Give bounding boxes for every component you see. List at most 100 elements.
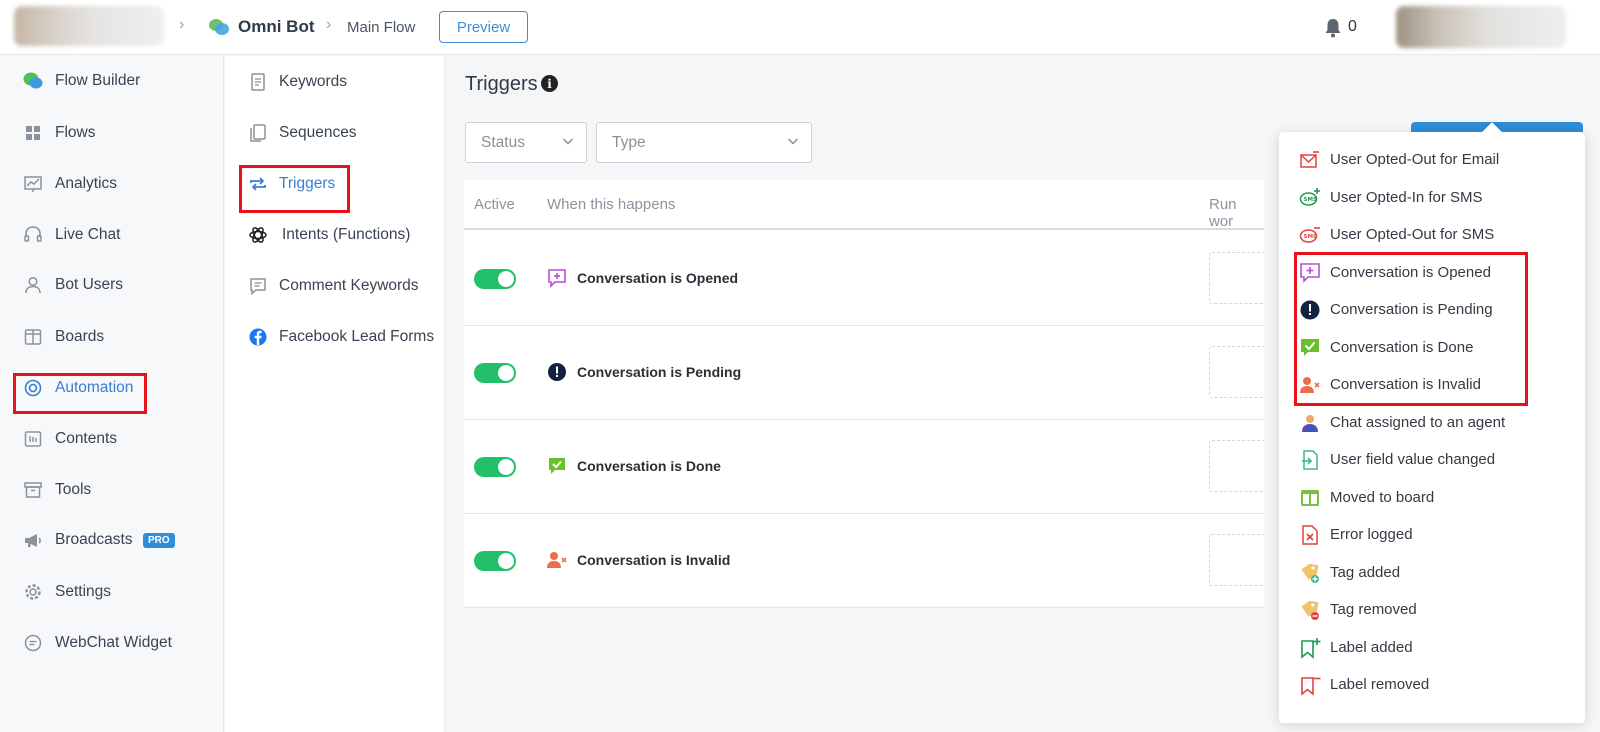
dropdown-item-label: User Opted-In for SMS [1330,188,1483,206]
file-arrow-icon [1302,450,1318,470]
event-label: Conversation is Done [577,458,721,474]
agent-icon [1302,414,1318,432]
subnav-item-facebook-lead-forms[interactable]: Facebook Lead Forms [225,317,445,357]
sidebar-item-flows[interactable]: Flows [0,113,224,153]
dropdown-item-user-field-changed[interactable]: User field value changed [1279,441,1585,479]
dropdown-item-label: Moved to board [1330,488,1435,506]
sidebar-item-webchat-widget[interactable]: WebChat Widget [0,623,224,663]
lifebuoy-icon [24,379,42,397]
dropdown-item-conversation-opened[interactable]: Conversation is Opened [1279,254,1585,292]
active-toggle[interactable] [474,363,516,383]
type-filter-select[interactable]: Type [596,122,812,163]
openai-icon [249,227,267,243]
chat-bubbles-icon [23,72,43,89]
automation-subnav: Keywords Sequences Triggers Intents (Fun… [225,56,445,732]
board-icon [24,329,42,345]
dropdown-item-error-logged[interactable]: Error logged [1279,516,1585,554]
dropdown-item-label: Label added [1330,638,1413,656]
sidebar-item-label: Flow Builder [55,72,141,89]
comment-icon [250,278,266,296]
dropdown-item-tag-removed[interactable]: Tag removed [1279,591,1585,629]
dropdown-item-label-added[interactable]: Label added [1279,629,1585,667]
svg-text:SMS: SMS [1304,197,1317,203]
table-header: Active When this happens Run wor [464,180,1264,230]
sidebar-item-analytics[interactable]: Analytics [0,164,224,204]
dropdown-item-label-removed[interactable]: Label removed [1279,666,1585,704]
headset-icon [24,226,42,242]
sidebar-item-flow-builder[interactable]: Flow Builder [0,61,224,101]
megaphone-icon [25,534,41,547]
table-row[interactable]: Conversation is Opened [464,232,1264,326]
sidebar-item-broadcasts[interactable]: Broadcasts PRO [0,520,224,560]
subnav-item-sequences[interactable]: Sequences [225,113,445,153]
info-icon[interactable]: i [541,75,558,92]
subnav-item-comment-keywords[interactable]: Comment Keywords [225,266,445,306]
exclamation-icon [1300,300,1320,320]
dropdown-item-opted-in-sms[interactable]: SMS User Opted-In for SMS [1279,179,1585,217]
repeat-icon [250,177,266,191]
subnav-item-triggers[interactable]: Triggers [225,164,445,204]
event-label: Conversation is Opened [577,270,739,286]
event-label: Conversation is Pending [577,364,742,380]
dropdown-item-moved-to-board[interactable]: Moved to board [1279,479,1585,517]
dropdown-item-tag-added[interactable]: Tag added [1279,554,1585,592]
sidebar-item-boards[interactable]: Boards [0,317,224,357]
dropdown-item-opted-out-email[interactable]: User Opted-Out for Email [1279,141,1585,179]
dropdown-item-opted-out-sms[interactable]: SMS User Opted-Out for SMS [1279,216,1585,254]
dropdown-item-label: Conversation is Done [1330,338,1474,356]
sidebar-item-label: WebChat Widget [55,634,172,651]
run-workflow-slot[interactable] [1209,346,1264,398]
sidebar-item-contents[interactable]: Contents [0,419,224,459]
document-icon [251,73,265,91]
archive-icon [24,482,42,498]
copy-documents-icon [250,124,266,142]
column-event: When this happens [547,196,676,213]
sidebar-item-settings[interactable]: Settings [0,572,224,612]
sidebar-item-label: Analytics [55,175,118,192]
bell-icon[interactable] [1324,18,1342,38]
dropdown-item-chat-assigned[interactable]: Chat assigned to an agent [1279,404,1585,442]
subnav-item-keywords[interactable]: Keywords [225,62,445,102]
chart-icon [24,176,42,192]
table-row[interactable]: Conversation is Pending [464,326,1264,420]
dropdown-item-label: Tag added [1330,563,1401,581]
workspace-avatar[interactable] [14,6,164,46]
sidebar-item-bot-users[interactable]: Bot Users [0,265,224,305]
bookmark-minus-icon [1301,677,1321,696]
run-workflow-slot[interactable] [1209,534,1264,586]
table-row[interactable]: Conversation is Invalid [464,514,1264,608]
preview-button[interactable]: Preview [439,11,528,43]
sidebar-item-label: Live Chat [55,226,121,243]
active-toggle[interactable] [474,269,516,289]
top-bar: › Omni Bot › Main Flow Preview 0 [0,0,1600,55]
dropdown-item-conversation-pending[interactable]: Conversation is Pending [1279,291,1585,329]
table-row[interactable]: Conversation is Done [464,420,1264,514]
sidebar-item-label: Bot Users [55,276,124,293]
run-workflow-slot[interactable] [1209,440,1264,492]
active-toggle[interactable] [474,551,516,571]
sidebar-item-automation[interactable]: Automation [0,368,224,408]
email-minus-icon [1300,151,1319,168]
user-remove-icon [1300,377,1320,393]
sidebar: Flow Builder Flows Analytics Live Chat B… [0,56,224,732]
sidebar-item-label: Flows [55,124,96,141]
chevron-down-icon [562,138,574,145]
flow-name[interactable]: Main Flow [347,19,415,36]
tag-plus-icon [1301,563,1319,583]
dropdown-item-label: Conversation is Invalid [1330,376,1481,393]
sidebar-item-tools[interactable]: Tools [0,470,224,510]
dropdown-item-conversation-invalid[interactable]: Conversation is Invalid [1279,366,1585,404]
dropdown-item-conversation-done[interactable]: Conversation is Done [1279,329,1585,367]
status-filter-select[interactable]: Status [465,122,587,163]
dropdown-item-label: User Opted-Out for SMS [1330,226,1495,243]
subnav-item-label: Comment Keywords [279,277,419,294]
sidebar-item-live-chat[interactable]: Live Chat [0,215,224,255]
user-avatar[interactable] [1396,6,1566,48]
run-workflow-slot[interactable] [1209,252,1264,304]
exclamation-icon [548,363,566,381]
subnav-item-label: Keywords [279,73,348,90]
chevron-right-icon: › [326,16,332,33]
bot-name[interactable]: Omni Bot [238,17,315,37]
subnav-item-intents[interactable]: Intents (Functions) [225,215,445,255]
active-toggle[interactable] [474,457,516,477]
